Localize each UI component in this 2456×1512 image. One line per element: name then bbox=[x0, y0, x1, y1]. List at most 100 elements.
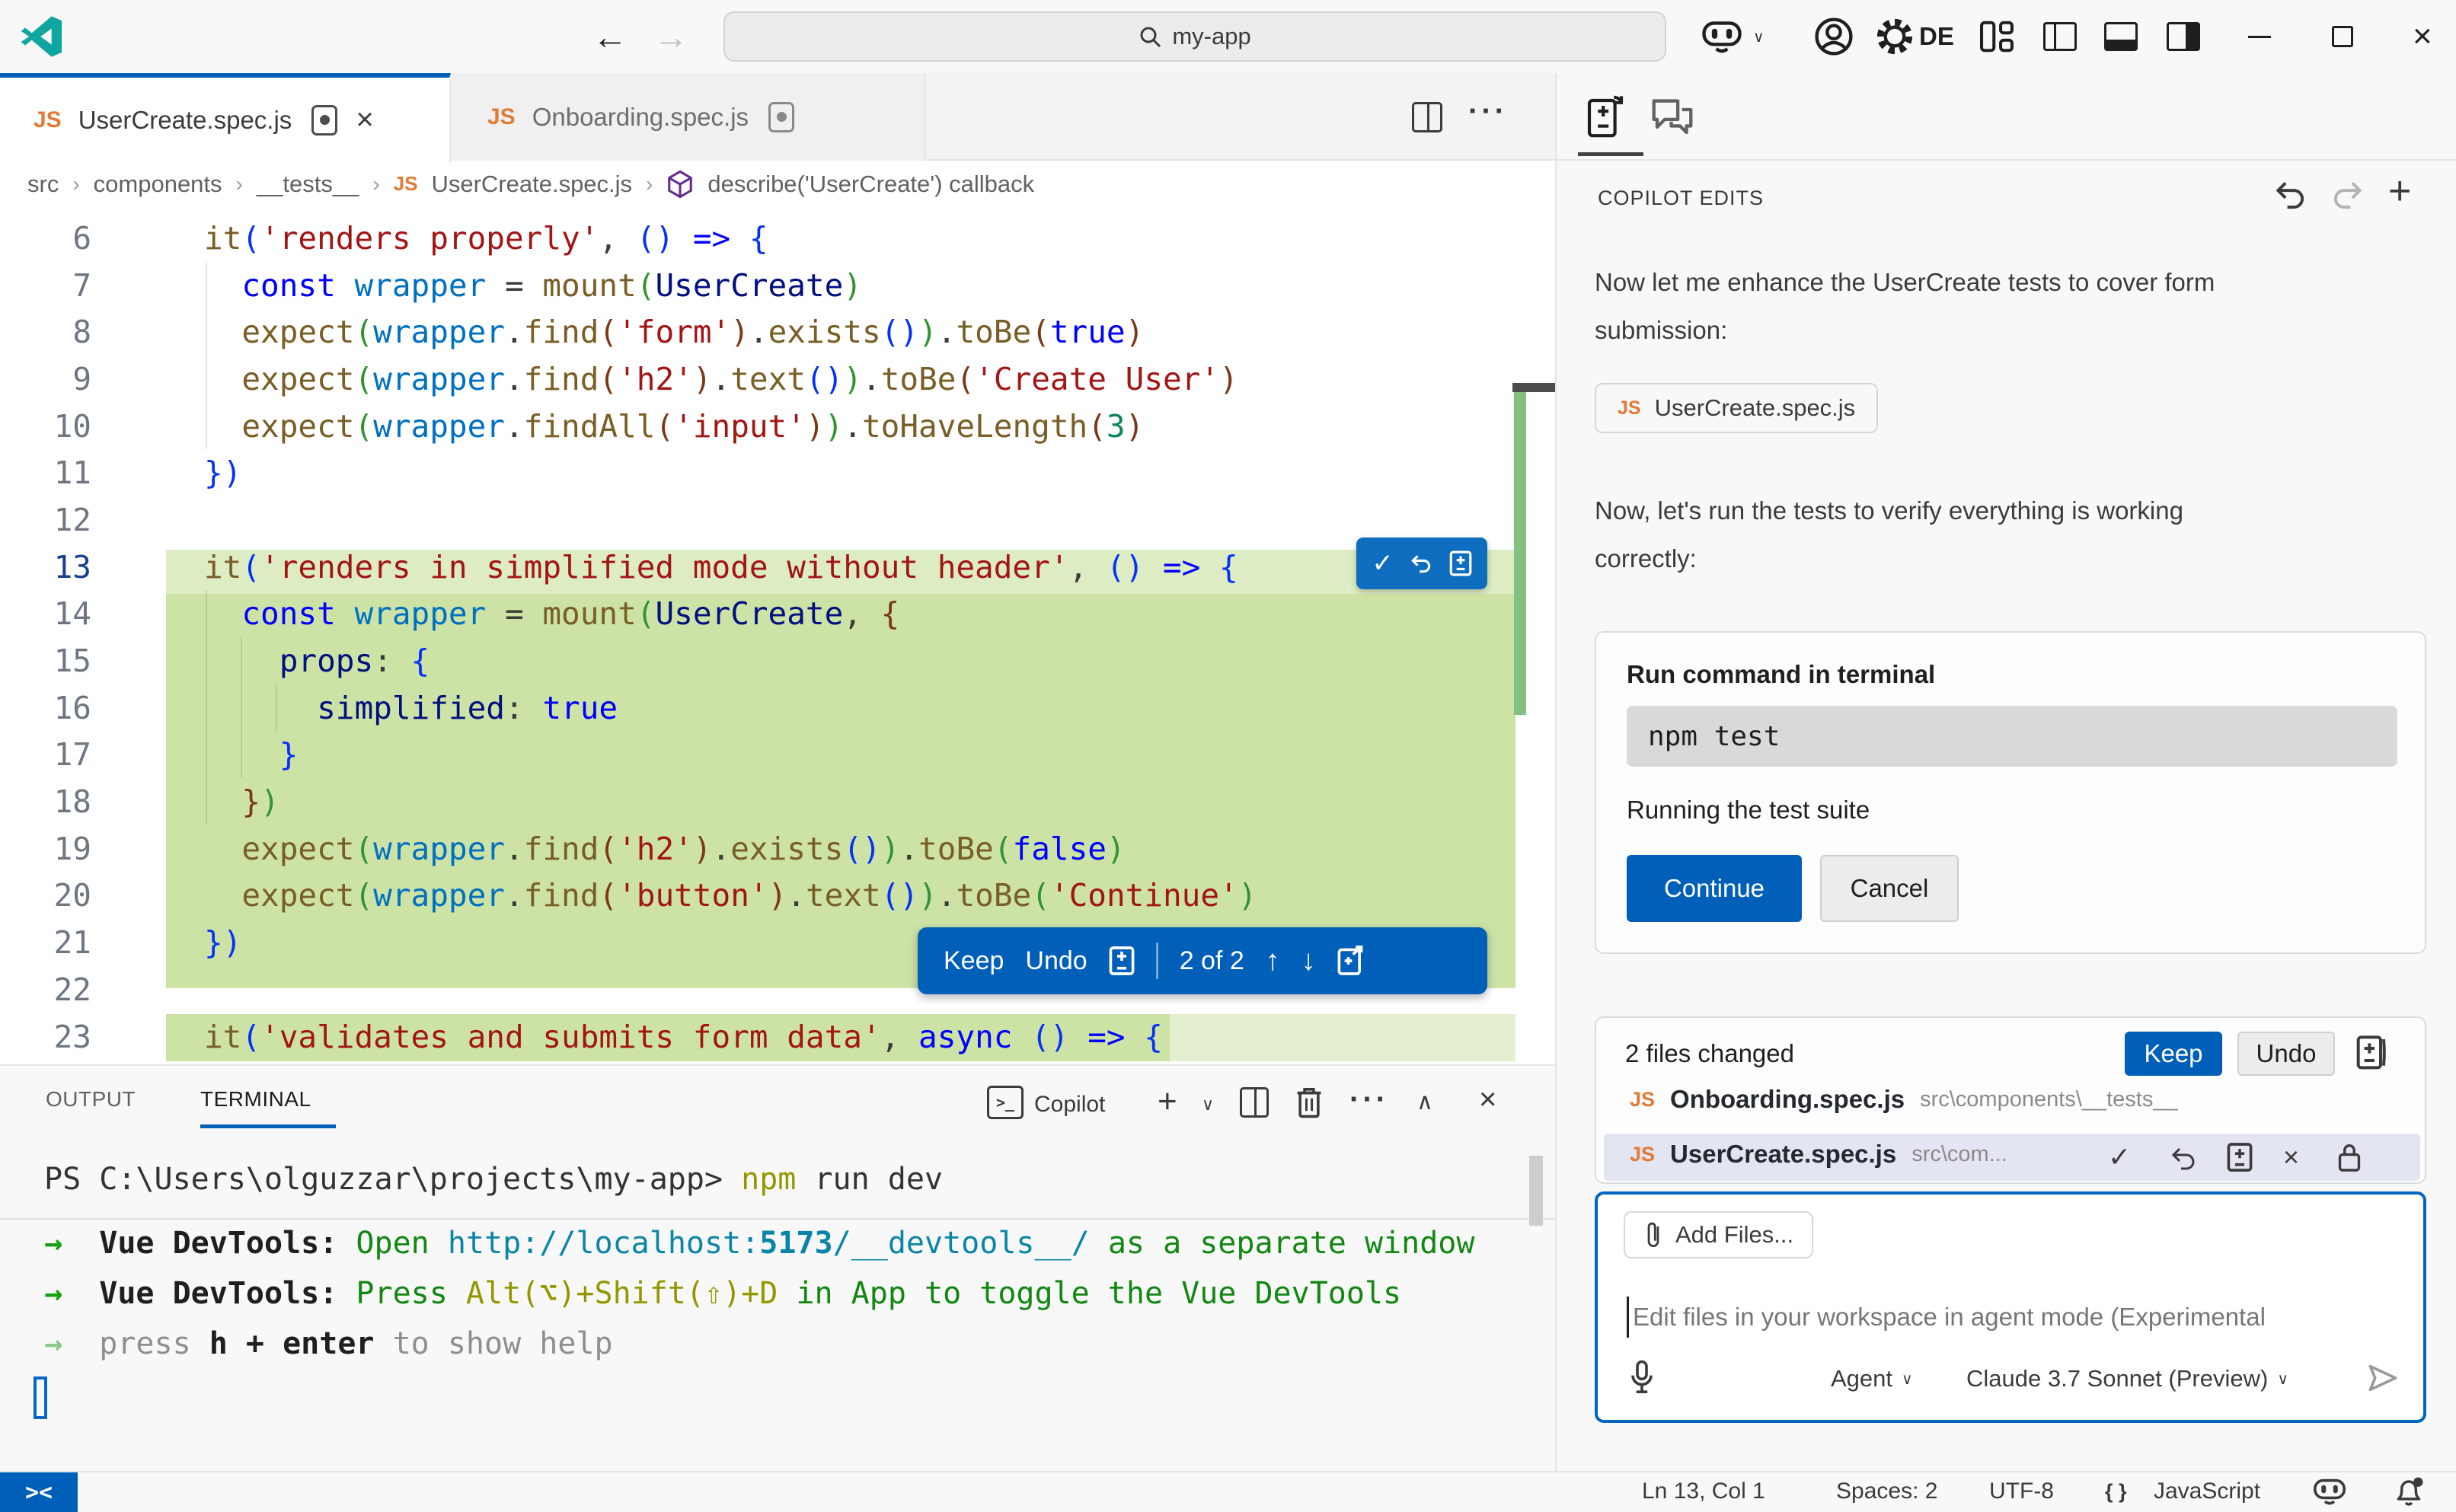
split-editor-icon[interactable] bbox=[1412, 102, 1442, 132]
open-diff-icon[interactable] bbox=[1449, 550, 1472, 576]
code-line-20[interactable]: 20 expect(wrapper.find('button').text())… bbox=[0, 872, 1555, 920]
minimize-button[interactable] bbox=[2248, 0, 2271, 73]
diff-document-icon[interactable] bbox=[1109, 946, 1135, 976]
redo-edit-icon[interactable] bbox=[2332, 177, 2365, 211]
discard-change-icon[interactable] bbox=[1409, 551, 1433, 576]
maximize-panel-chevron-icon[interactable]: ∧ bbox=[1416, 1089, 1433, 1115]
view-all-diffs-icon[interactable] bbox=[2356, 1033, 2387, 1070]
indentation-status[interactable]: Spaces: 2 bbox=[1836, 1472, 1937, 1510]
close-panel-icon[interactable]: × bbox=[1479, 1083, 1496, 1117]
chat-tab-icon[interactable] bbox=[1650, 96, 1695, 139]
code-line-11[interactable]: 11}) bbox=[0, 449, 1555, 496]
split-terminal-icon[interactable] bbox=[1240, 1087, 1269, 1118]
breadcrumb-item[interactable]: components bbox=[94, 171, 222, 198]
customize-layout-icon[interactable] bbox=[1980, 0, 2015, 73]
language-mode-status[interactable]: JavaScript bbox=[2154, 1472, 2260, 1510]
code-line-12[interactable]: 12 bbox=[0, 496, 1555, 544]
tab-onboarding-spec[interactable]: JS Onboarding.spec.js bbox=[451, 73, 926, 161]
continue-button[interactable]: Continue bbox=[1627, 855, 1802, 922]
undo-change-button[interactable]: Undo bbox=[1025, 946, 1087, 976]
breadcrumb-item[interactable]: UserCreate.spec.js bbox=[431, 171, 632, 198]
toggle-secondary-sidebar-icon[interactable] bbox=[2167, 0, 2200, 73]
lock-file-icon[interactable] bbox=[2336, 1141, 2362, 1173]
cursor-position-status[interactable]: Ln 13, Col 1 bbox=[1642, 1472, 1765, 1510]
mode-dropdown[interactable]: Agent∨ bbox=[1831, 1365, 1913, 1392]
code-line-17[interactable]: 17 } bbox=[0, 732, 1555, 779]
close-tab-icon[interactable]: × bbox=[356, 103, 373, 137]
open-changes-icon[interactable] bbox=[1337, 946, 1363, 976]
terminal-scrollbar[interactable] bbox=[1529, 1156, 1543, 1226]
undo-edit-icon[interactable] bbox=[2272, 177, 2306, 211]
toggle-primary-sidebar-icon[interactable] bbox=[2043, 0, 2077, 73]
file-reference-chip[interactable]: JS UserCreate.spec.js bbox=[1595, 383, 1878, 433]
copilot-menu-chevron-icon[interactable]: ∨ bbox=[1753, 0, 1765, 73]
toggle-panel-icon[interactable] bbox=[2104, 0, 2138, 73]
code-line-13[interactable]: 13it('renders in simplified mode without… bbox=[0, 544, 1555, 591]
settings-gear-icon[interactable] bbox=[1875, 0, 1915, 73]
code-line-10[interactable]: 10 expect(wrapper.findAll('input')).toHa… bbox=[0, 403, 1555, 450]
code-line-9[interactable]: 9 expect(wrapper.find('h2').text()).toBe… bbox=[0, 356, 1555, 403]
tab-output[interactable]: OUTPUT bbox=[46, 1087, 136, 1112]
code-line-8[interactable]: 8 expect(wrapper.find('form').exists()).… bbox=[0, 308, 1555, 356]
code-line-15[interactable]: 15 props: { bbox=[0, 637, 1555, 684]
kill-terminal-trash-icon[interactable] bbox=[1295, 1086, 1324, 1119]
breadcrumb-item[interactable]: describe('UserCreate') callback bbox=[707, 171, 1034, 198]
changed-file-row[interactable]: JS Onboarding.spec.js src\components\__t… bbox=[1630, 1085, 2178, 1114]
microphone-icon[interactable] bbox=[1628, 1359, 1656, 1396]
undo-all-button[interactable]: Undo bbox=[2237, 1032, 2335, 1076]
maximize-button[interactable] bbox=[2332, 0, 2353, 73]
account-icon[interactable] bbox=[1814, 0, 1854, 73]
modified-indicator-icon[interactable] bbox=[311, 105, 337, 136]
cancel-button[interactable]: Cancel bbox=[1820, 855, 1959, 922]
add-files-label: Add Files... bbox=[1675, 1221, 1793, 1249]
next-change-icon[interactable]: ↓ bbox=[1301, 945, 1316, 978]
command-center-search[interactable]: my-app bbox=[723, 11, 1666, 62]
terminal-instance-label[interactable]: Copilot bbox=[1034, 1092, 1105, 1118]
new-edit-session-icon[interactable]: + bbox=[2388, 168, 2411, 214]
code-line-18[interactable]: 18 }) bbox=[0, 778, 1555, 825]
previous-change-icon[interactable]: ↑ bbox=[1266, 945, 1280, 978]
keep-all-button[interactable]: Keep bbox=[2125, 1032, 2222, 1076]
model-dropdown[interactable]: Claude 3.7 Sonnet (Preview)∨ bbox=[1966, 1365, 2288, 1392]
chat-input-box[interactable]: Add Files... Edit files in your workspac… bbox=[1595, 1191, 2426, 1423]
add-files-button[interactable]: Add Files... bbox=[1624, 1211, 1813, 1258]
tab-terminal[interactable]: TERMINAL bbox=[200, 1087, 311, 1112]
modified-indicator-icon[interactable] bbox=[768, 102, 794, 132]
editor-actions-more-icon[interactable]: ··· bbox=[1468, 94, 1508, 129]
copilot-edits-tab-icon[interactable] bbox=[1584, 93, 1627, 140]
terminal-profile-chevron-icon[interactable]: ∨ bbox=[1202, 1095, 1214, 1115]
breadcrumb-item[interactable]: __tests__ bbox=[257, 171, 359, 198]
nav-back-button[interactable]: ← bbox=[592, 0, 628, 73]
code-line-23[interactable]: 23it('validates and submits form data', … bbox=[0, 1013, 1555, 1061]
breadcrumb-item[interactable]: src bbox=[27, 171, 59, 198]
keep-file-check-icon[interactable]: ✓ bbox=[2108, 1141, 2131, 1173]
discard-file-icon[interactable] bbox=[2169, 1144, 2196, 1172]
changed-file-row-selected[interactable]: JS UserCreate.spec.js src\com... bbox=[1630, 1140, 2007, 1169]
code-line-6[interactable]: 6it('renders properly', () => { bbox=[0, 215, 1555, 262]
code-line-14[interactable]: 14 const wrapper = mount(UserCreate, { bbox=[0, 591, 1555, 638]
open-file-diff-icon[interactable] bbox=[2227, 1141, 2253, 1173]
notifications-bell-icon[interactable] bbox=[2393, 1472, 2425, 1510]
terminal-more-actions-icon[interactable]: ··· bbox=[1349, 1083, 1389, 1117]
language-badge[interactable]: DE bbox=[1919, 0, 1954, 73]
code-line-7[interactable]: 7 const wrapper = mount(UserCreate) bbox=[0, 262, 1555, 309]
remote-indicator-button[interactable]: >< bbox=[0, 1472, 78, 1512]
send-icon[interactable] bbox=[2365, 1360, 2400, 1396]
remove-file-icon[interactable]: × bbox=[2283, 1141, 2299, 1173]
terminal-panel[interactable]: OUTPUT TERMINAL >_ Copilot + ∨ ··· ∧ × P… bbox=[0, 1064, 1555, 1471]
code-line-16[interactable]: 16 simplified: true bbox=[0, 684, 1555, 732]
terminal-instance-icon[interactable]: >_ bbox=[987, 1086, 1024, 1119]
keep-change-button[interactable]: Keep bbox=[944, 946, 1004, 976]
new-terminal-icon[interactable]: + bbox=[1158, 1083, 1177, 1121]
accept-change-icon[interactable]: ✓ bbox=[1372, 548, 1394, 579]
chat-input-placeholder[interactable]: Edit files in your workspace in agent mo… bbox=[1633, 1303, 2413, 1332]
close-window-button[interactable]: × bbox=[2413, 0, 2432, 73]
code-editor[interactable]: 6it('renders properly', () => {7 const w… bbox=[0, 207, 1555, 1064]
code-line-19[interactable]: 19 expect(wrapper.find('h2').exists()).t… bbox=[0, 825, 1555, 872]
copilot-icon[interactable] bbox=[1701, 0, 1743, 73]
encoding-status[interactable]: UTF-8 bbox=[1989, 1472, 2054, 1510]
tab-usercreate-spec[interactable]: JS UserCreate.spec.js × bbox=[0, 73, 451, 162]
scrollbar-position-indicator[interactable] bbox=[1512, 383, 1555, 392]
copilot-status-icon[interactable] bbox=[2312, 1472, 2347, 1510]
nav-forward-button[interactable]: → bbox=[653, 0, 688, 73]
